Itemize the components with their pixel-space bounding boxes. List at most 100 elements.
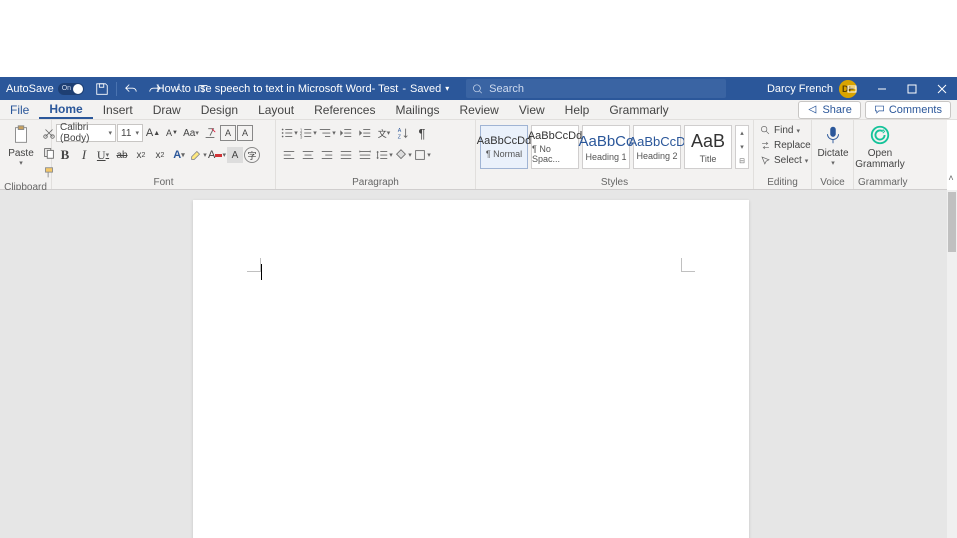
bold-button[interactable]: B — [56, 146, 74, 164]
collapse-ribbon-icon[interactable]: ˄ — [945, 172, 957, 184]
svg-text:Z: Z — [398, 134, 402, 140]
style-name: ¶ Normal — [486, 149, 522, 159]
undo-icon[interactable] — [123, 81, 139, 97]
tab-home[interactable]: Home — [39, 100, 92, 119]
align-left-icon[interactable] — [280, 146, 298, 164]
tab-view[interactable]: View — [509, 100, 555, 119]
clear-formatting-icon[interactable] — [201, 124, 219, 142]
dictate-button[interactable]: Dictate ▾ — [816, 122, 850, 169]
autosave-state: On — [62, 85, 71, 92]
comments-icon — [874, 104, 885, 115]
font-color-icon[interactable]: A▾ — [208, 146, 226, 164]
italic-button[interactable]: I — [75, 146, 93, 164]
multilevel-list-icon[interactable]: ▾ — [318, 124, 336, 142]
autosave-knob — [73, 84, 83, 94]
style-preview: AaBbCcD — [628, 134, 685, 149]
select-button[interactable]: Select▾ — [758, 154, 810, 167]
tab-insert[interactable]: Insert — [93, 100, 143, 119]
comments-button[interactable]: Comments — [865, 101, 951, 119]
share-button[interactable]: Share — [798, 101, 860, 119]
close-icon[interactable] — [927, 77, 957, 100]
search-input[interactable] — [489, 83, 720, 95]
paste-button[interactable]: Paste ▾ — [4, 122, 38, 169]
underline-button[interactable]: U▾ — [94, 146, 112, 164]
shrink-font-icon[interactable]: A▼ — [163, 124, 181, 142]
change-case-icon[interactable]: Aa▾ — [182, 124, 200, 142]
shading-icon[interactable]: ▾ — [394, 146, 412, 164]
numbering-icon[interactable]: 123▾ — [299, 124, 317, 142]
tab-mailings[interactable]: Mailings — [385, 100, 449, 119]
paste-label: Paste — [8, 148, 34, 159]
font-size-value: 11 — [121, 128, 131, 139]
title-dropdown-icon[interactable]: ▾ — [445, 84, 449, 93]
tab-layout[interactable]: Layout — [248, 100, 304, 119]
find-icon — [760, 125, 771, 136]
tab-draw[interactable]: Draw — [143, 100, 191, 119]
sort-icon[interactable]: AZ — [394, 124, 412, 142]
style-heading-1[interactable]: AaBbCcHeading 1 — [582, 125, 630, 169]
align-right-icon[interactable] — [318, 146, 336, 164]
font-size-combo[interactable]: 11 ▾ — [117, 124, 143, 142]
group-paragraph: ▾ 123▾ ▾ 文▾ AZ ¶ ▾ ▾ ▾ Paragraph — [276, 120, 476, 189]
style-preview: AaBbCc — [578, 133, 633, 150]
minimize-icon[interactable] — [867, 77, 897, 100]
style-name: Title — [700, 154, 717, 164]
scroll-thumb[interactable] — [948, 192, 956, 252]
style-heading-2[interactable]: AaBbCcDHeading 2 — [633, 125, 681, 169]
tab-references[interactable]: References — [304, 100, 385, 119]
font-name-value: Calibri (Body) — [60, 122, 108, 144]
phonetic-guide-icon[interactable]: A — [220, 125, 236, 141]
style-normal[interactable]: AaBbCcDd¶ Normal — [480, 125, 528, 169]
tab-review[interactable]: Review — [450, 100, 509, 119]
chevron-down-icon: ▾ — [108, 129, 112, 137]
text-effects-icon[interactable]: A▾ — [170, 146, 188, 164]
search-box[interactable] — [466, 79, 726, 98]
replace-button[interactable]: Replace — [758, 139, 813, 152]
find-button[interactable]: Find▾ — [758, 124, 802, 137]
show-hide-marks-icon[interactable]: ¶ — [413, 124, 431, 142]
distributed-icon[interactable] — [356, 146, 374, 164]
font-name-combo[interactable]: Calibri (Body)▾ — [56, 124, 116, 142]
character-shading-icon[interactable]: A — [227, 147, 243, 163]
character-border-icon[interactable]: A — [237, 125, 253, 141]
editing-group-label: Editing — [758, 177, 807, 189]
align-center-icon[interactable] — [299, 146, 317, 164]
vertical-scrollbar[interactable]: ▴ — [947, 190, 957, 538]
ribbon-display-icon[interactable] — [837, 77, 867, 100]
grow-font-icon[interactable]: A▲ — [144, 124, 162, 142]
page[interactable] — [193, 200, 749, 538]
style-no-spacing[interactable]: AaBbCcDd¶ No Spac... — [531, 125, 579, 169]
group-voice: Dictate ▾ Voice — [812, 120, 854, 189]
highlight-icon[interactable]: ▾ — [189, 146, 207, 164]
superscript-button[interactable]: x2 — [151, 146, 169, 164]
open-grammarly-button[interactable]: Open Grammarly — [858, 122, 902, 172]
autosave-control[interactable]: AutoSave On — [0, 83, 90, 95]
justify-icon[interactable] — [337, 146, 355, 164]
bullets-icon[interactable]: ▾ — [280, 124, 298, 142]
increase-indent-icon[interactable] — [356, 124, 374, 142]
asian-layout-icon[interactable]: 文▾ — [375, 124, 393, 142]
comments-label: Comments — [889, 104, 942, 116]
styles-more-icon[interactable]: ▴▾⊟ — [735, 125, 749, 169]
user-name: Darcy French — [767, 83, 833, 95]
line-spacing-icon[interactable]: ▾ — [375, 146, 393, 164]
select-label: Select — [774, 155, 802, 166]
chevron-down-icon: ▾ — [135, 129, 139, 137]
group-styles: AaBbCcDd¶ Normal AaBbCcDd¶ No Spac... Aa… — [476, 120, 754, 189]
tab-file[interactable]: File — [0, 100, 39, 119]
tab-design[interactable]: Design — [191, 100, 248, 119]
tab-grammarly[interactable]: Grammarly — [599, 100, 678, 119]
subscript-button[interactable]: x2 — [132, 146, 150, 164]
borders-icon[interactable]: ▾ — [413, 146, 431, 164]
save-icon[interactable] — [94, 81, 110, 97]
tab-help[interactable]: Help — [555, 100, 600, 119]
enclose-characters-icon[interactable]: 字 — [244, 147, 260, 163]
strikethrough-button[interactable]: ab — [113, 146, 131, 164]
select-icon — [760, 155, 771, 166]
document-area[interactable] — [0, 190, 947, 538]
maximize-icon[interactable] — [897, 77, 927, 100]
style-title[interactable]: AaBTitle — [684, 125, 732, 169]
autosave-toggle[interactable]: On — [58, 83, 84, 95]
replace-icon — [760, 140, 771, 151]
decrease-indent-icon[interactable] — [337, 124, 355, 142]
